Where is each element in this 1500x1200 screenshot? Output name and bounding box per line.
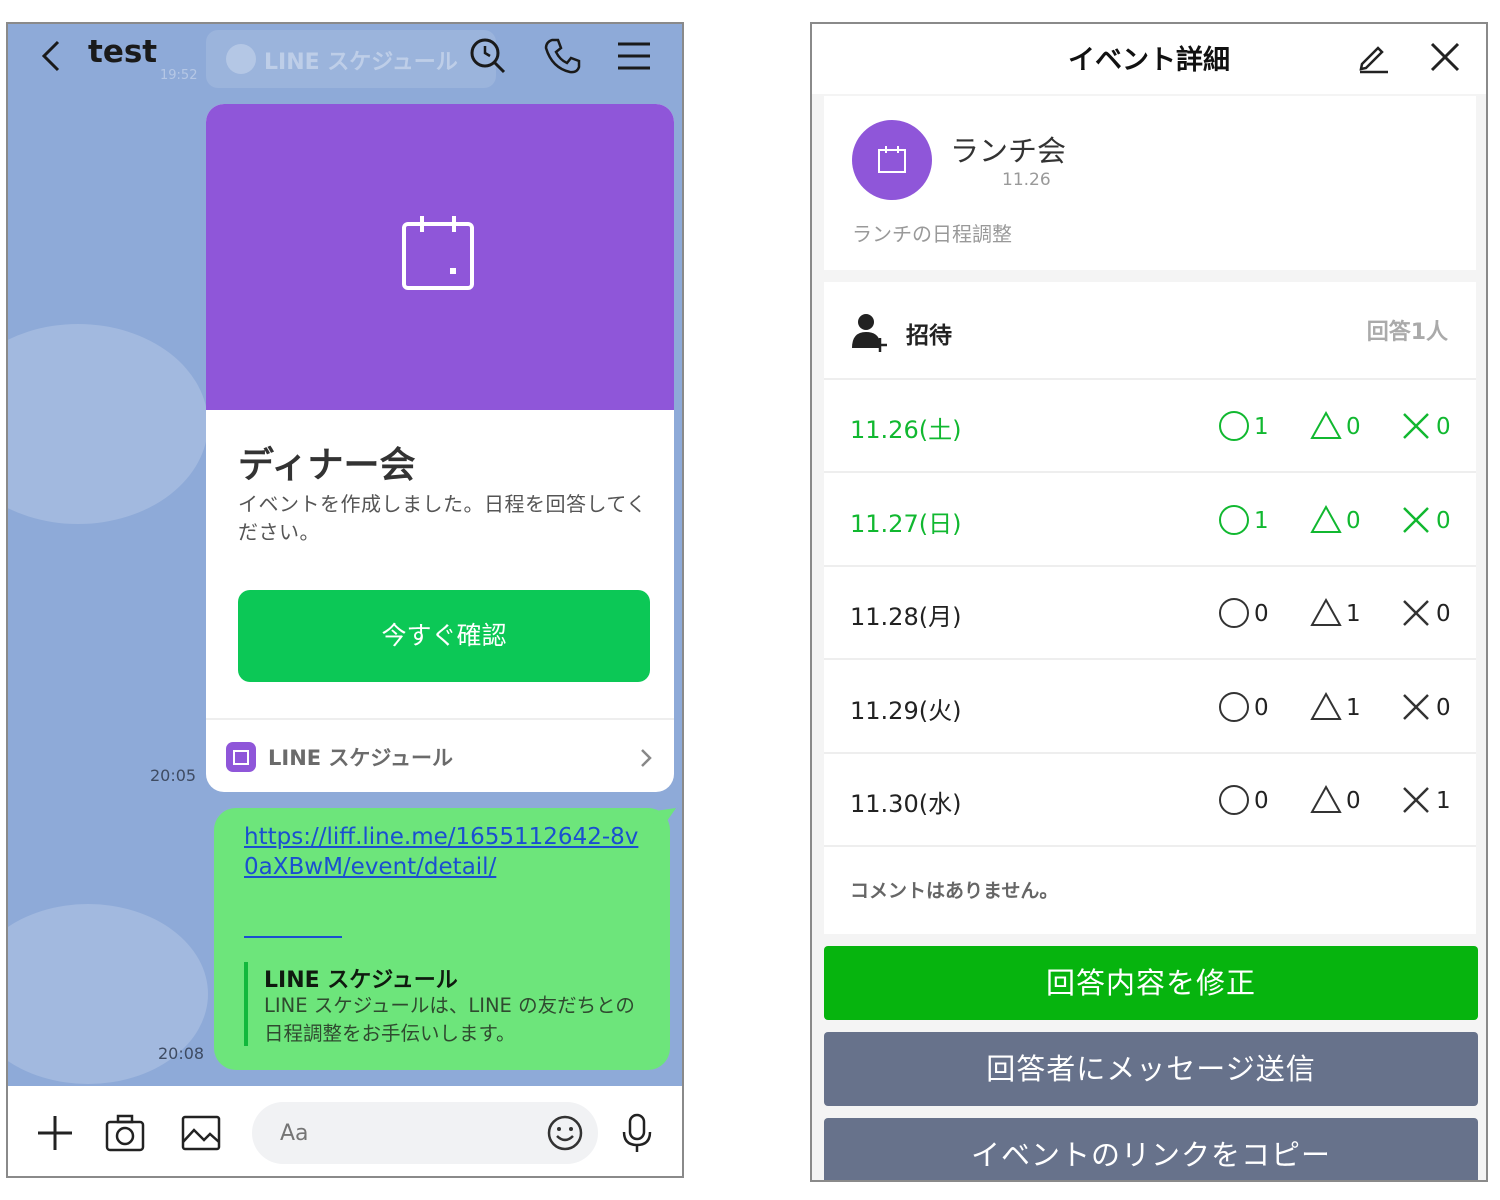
bubble-tail (648, 808, 676, 834)
triangle-mark-value: 0 (1346, 788, 1361, 814)
chat-header: LINE スケジュール 19:52 test (8, 24, 682, 90)
card-footer[interactable]: LINE スケジュール (206, 718, 674, 792)
circle-mark-value: 0 (1254, 601, 1269, 627)
event-date: 11.26 (1002, 170, 1051, 190)
date-row: 11.30(水) 0 0 1 (824, 754, 1476, 847)
cross-mark-icon (1403, 413, 1429, 439)
edit-answer-button[interactable]: 回答内容を修正 (824, 946, 1478, 1020)
chat-screen: LINE スケジュール 19:52 test ディナー会 イベントを作成しました… (6, 22, 684, 1178)
link-preview-description: LINE スケジュールは、LINE の友だちとの日程調整をお手伝いします。 (264, 994, 635, 1045)
circle-mark-icon (1219, 504, 1249, 535)
cross-mark-icon (1403, 787, 1429, 813)
event-detail-screen: イベント詳細 ランチ会 11.26 ランチの日程調整 招待 回答1人 11.26… (810, 22, 1488, 1182)
background-cloud (8, 324, 208, 524)
circle-mark-value: 0 (1254, 788, 1269, 814)
date-label: 11.29(火) (850, 696, 962, 725)
phone-icon[interactable] (542, 36, 582, 76)
link-divider (244, 936, 342, 938)
date-label: 11.28(月) (850, 603, 962, 631)
search-icon[interactable] (468, 36, 508, 76)
date-label: 11.27(日) (850, 509, 962, 538)
chat-input-bar (8, 1086, 682, 1176)
card-description: イベントを作成しました。日程を回答してください。 (238, 492, 647, 544)
date-label: 11.30(水) (850, 790, 962, 818)
circle-mark-value: 1 (1254, 507, 1269, 534)
back-icon[interactable] (34, 38, 70, 74)
triangle-mark-icon (1310, 597, 1342, 626)
camera-icon[interactable] (104, 1112, 146, 1154)
ghost-time: 19:52 (160, 68, 198, 83)
plus-icon[interactable] (34, 1112, 76, 1154)
link-preview-title: LINE スケジュール (264, 968, 458, 993)
no-comment-text: コメントはありません。 (850, 880, 1059, 902)
event-description: ランチの日程調整 (852, 222, 1012, 246)
cross-mark-value: 0 (1436, 414, 1451, 440)
cross-mark-icon (1403, 506, 1429, 533)
cross-mark-icon (1403, 600, 1429, 626)
answer-count: 回答1人 (1366, 320, 1448, 345)
ghost-header-pill: LINE スケジュール (206, 30, 496, 88)
date-label: 11.26(土) (850, 416, 962, 444)
image-icon[interactable] (180, 1112, 222, 1154)
chevron-right-icon (641, 749, 652, 767)
circle-mark-icon (1219, 411, 1249, 441)
mic-icon[interactable] (616, 1112, 658, 1154)
event-avatar (852, 120, 932, 200)
message-respondents-button[interactable]: 回答者にメッセージ送信 (824, 1032, 1478, 1106)
detail-header: イベント詳細 (812, 24, 1486, 94)
copy-link-button[interactable]: イベントのリンクをコピー (824, 1118, 1478, 1180)
link-message-bubble: https://liff.line.me/1655112642-8v0aXBwM… (214, 808, 670, 1070)
triangle-mark-value: 0 (1346, 414, 1361, 440)
circle-mark-value: 0 (1254, 694, 1269, 721)
cross-mark-value: 0 (1436, 601, 1451, 627)
circle-mark-value: 1 (1254, 414, 1269, 440)
event-link[interactable]: https://liff.line.me/1655112642-8v0aXBwM… (244, 822, 644, 882)
preview-accent-bar (244, 962, 248, 1046)
message-time: 20:05 (150, 766, 197, 785)
card-footer-label: LINE スケジュール (268, 746, 453, 770)
invite-row[interactable]: 招待 回答1人 (824, 282, 1476, 380)
calendar-icon (878, 146, 906, 173)
add-user-icon (852, 314, 887, 352)
triangle-mark-icon (1310, 504, 1342, 533)
circle-mark-icon (1219, 785, 1249, 815)
event-card[interactable]: ディナー会 イベントを作成しました。日程を回答してください。 今すぐ確認 LIN… (206, 104, 674, 792)
card-title: ディナー会 (238, 445, 416, 486)
date-row: 11.27(日) 1 0 0 (824, 474, 1476, 567)
menu-icon[interactable] (614, 36, 654, 76)
triangle-mark-value: 0 (1346, 507, 1361, 534)
triangle-mark-value: 1 (1346, 601, 1361, 627)
triangle-mark-icon (1310, 691, 1342, 720)
circle-mark-icon (1219, 598, 1249, 628)
event-summary-card: ランチ会 11.26 ランチの日程調整 (824, 96, 1476, 270)
circle-mark-icon (1219, 691, 1249, 722)
triangle-mark-value: 1 (1346, 694, 1361, 721)
smile-icon[interactable] (546, 1114, 584, 1152)
triangle-mark-icon (1310, 410, 1342, 439)
edit-icon[interactable] (1356, 40, 1390, 74)
event-name: ランチ会 (950, 134, 1067, 168)
triangle-mark-icon (1310, 784, 1342, 813)
date-row: 11.26(土) 1 0 0 (824, 380, 1476, 473)
cross-mark-value: 0 (1436, 507, 1451, 534)
cross-mark-value: 0 (1436, 694, 1451, 721)
line-schedule-app-icon (226, 742, 256, 772)
date-row: 11.29(火) 0 1 0 (824, 661, 1476, 754)
close-icon[interactable] (1430, 42, 1460, 72)
invite-label: 招待 (906, 323, 952, 349)
card-banner (206, 104, 674, 410)
availability-table: 招待 回答1人 11.26(土) 1 0 0 11.27(日) 1 0 0 11.28(月) 0 1… (824, 282, 1476, 934)
calendar-icon (402, 216, 474, 290)
chat-title: test (88, 34, 158, 70)
cross-mark-value: 1 (1436, 788, 1451, 814)
check-now-button[interactable]: 今すぐ確認 (238, 590, 650, 682)
message-time: 20:08 (158, 1044, 205, 1063)
date-row: 11.28(月) 0 1 0 (824, 567, 1476, 660)
cross-mark-icon (1403, 693, 1429, 720)
